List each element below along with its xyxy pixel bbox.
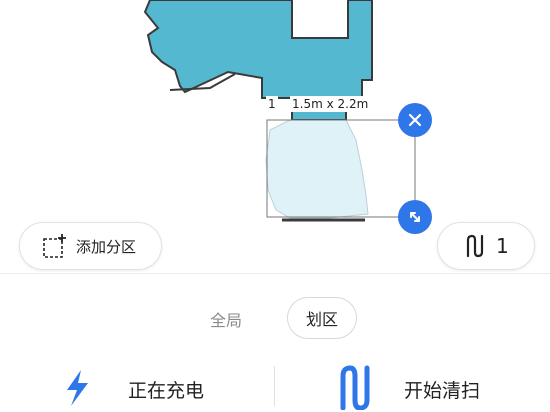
resize-zone-button[interactable] bbox=[398, 200, 432, 234]
charging-button[interactable]: 正在充电 bbox=[62, 366, 222, 412]
action-divider bbox=[274, 366, 275, 406]
divider bbox=[0, 273, 550, 274]
add-zone-button[interactable]: 添加分区 bbox=[19, 222, 162, 270]
resize-icon bbox=[410, 212, 420, 222]
path-icon bbox=[466, 234, 484, 258]
zone-area bbox=[265, 119, 369, 219]
zone-dimension-label: 1.5m x 2.2m bbox=[290, 96, 371, 112]
zone-count-button[interactable]: 1 bbox=[437, 222, 535, 270]
start-clean-button[interactable]: 开始清扫 bbox=[338, 364, 518, 412]
start-clean-label: 开始清扫 bbox=[404, 380, 481, 402]
add-zone-icon bbox=[43, 234, 66, 258]
add-zone-label: 添加分区 bbox=[76, 237, 137, 256]
zone-index-label: 1 bbox=[266, 96, 278, 112]
mode-all-tab[interactable]: 全局 bbox=[210, 307, 242, 331]
map-area[interactable]: 1 1.5m x 2.2m 添加分区 1 bbox=[0, 0, 550, 272]
path-icon bbox=[340, 365, 370, 410]
action-bar: 正在充电 开始清扫 bbox=[0, 356, 550, 412]
delete-zone-button[interactable] bbox=[398, 103, 432, 137]
close-icon bbox=[408, 113, 422, 127]
mode-zone-tab[interactable]: 划区 bbox=[287, 297, 357, 339]
lightning-icon bbox=[67, 370, 88, 406]
charging-label: 正在充电 bbox=[128, 380, 205, 402]
zone-count-value: 1 bbox=[496, 234, 509, 258]
